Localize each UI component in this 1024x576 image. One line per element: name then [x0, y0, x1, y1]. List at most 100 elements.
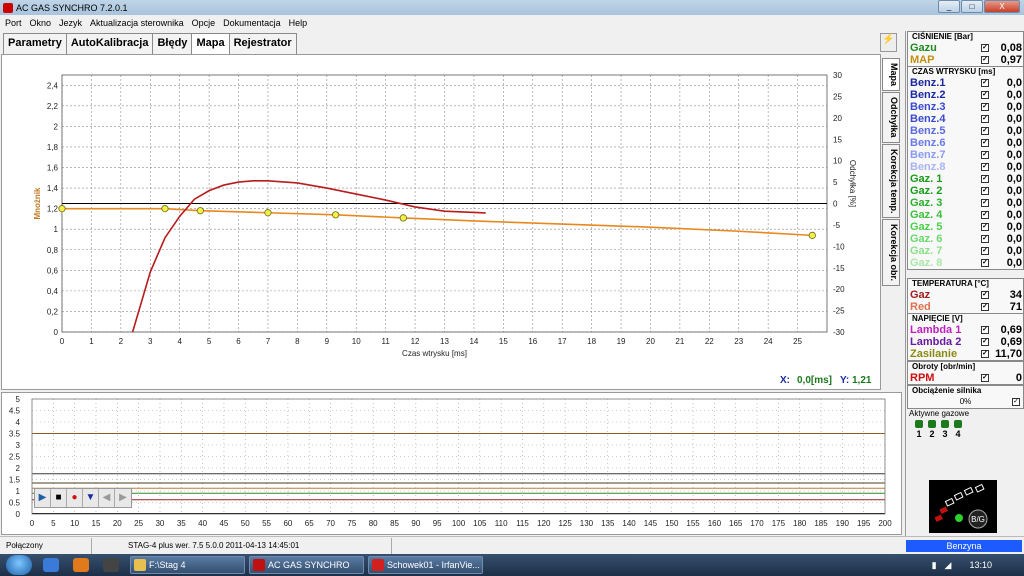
sensor-checkbox[interactable]: ✓: [981, 199, 989, 207]
download-button[interactable]: ▼: [83, 489, 99, 507]
sensor-checkbox[interactable]: ✓: [981, 151, 989, 159]
sensor-checkbox[interactable]: ✓: [981, 338, 989, 346]
tab-korekcja-temp[interactable]: Korekcja temp.: [882, 143, 900, 219]
x-tick-label: 100: [452, 519, 466, 528]
sensor-row: Zasilanie ✓ 11,70: [908, 348, 1023, 360]
sensor-checkbox[interactable]: ✓: [981, 91, 989, 99]
sensor-checkbox[interactable]: ✓: [981, 103, 989, 111]
record-button[interactable]: ●: [67, 489, 83, 507]
sensor-checkbox[interactable]: ✓: [981, 350, 989, 358]
x-tick-label: 65: [305, 519, 314, 528]
ie-icon[interactable]: [43, 558, 59, 572]
map-point[interactable]: [808, 231, 816, 239]
menu-aktualizacja[interactable]: Aktualizacja sterownika: [90, 18, 184, 28]
map-point[interactable]: [399, 214, 407, 222]
sensor-checkbox[interactable]: ✓: [981, 374, 989, 382]
sensor-label: Gaz: [910, 289, 931, 301]
menu-port[interactable]: Port: [5, 18, 22, 28]
volume-icon[interactable]: ◢: [945, 560, 952, 571]
play-button[interactable]: ▶: [35, 489, 51, 507]
minimize-button[interactable]: _: [938, 0, 960, 13]
menu-opcje[interactable]: Opcje: [192, 18, 216, 28]
sensor-checkbox[interactable]: ✓: [981, 291, 989, 299]
x-tick-label: 110: [495, 519, 508, 528]
sensor-checkbox[interactable]: ✓: [981, 259, 989, 267]
sensor-row: Gaz. 6 ✓ 0,0: [908, 233, 1023, 245]
sensor-checkbox[interactable]: ✓: [981, 56, 989, 64]
section-title: CIŚNIENIE [Bar]: [912, 32, 973, 41]
tab-parametry[interactable]: Parametry: [3, 33, 67, 54]
sensor-checkbox[interactable]: ✓: [981, 115, 989, 123]
sensor-checkbox[interactable]: ✓: [981, 127, 989, 135]
stop-button[interactable]: ■: [51, 489, 67, 507]
next-button[interactable]: ▶: [115, 489, 131, 507]
sensor-checkbox[interactable]: ✓: [981, 163, 989, 171]
sensor-checkbox[interactable]: ✓: [981, 247, 989, 255]
sensor-value: 0,0: [1006, 77, 1022, 89]
load-checkbox[interactable]: ✓: [1012, 398, 1020, 406]
tab-rejestrator[interactable]: Rejestrator: [228, 33, 297, 54]
sidebar: CIŚNIENIE [Bar] Gazu ✓ 0,08 MAP ✓ 0,97 CZAS WTR…: [905, 31, 1024, 536]
sensor-checkbox[interactable]: ✓: [981, 326, 989, 334]
sensor-row: RPM ✓ 0: [908, 372, 1023, 384]
taskbar: F:\Stag 4 AC GAS SYNCHRO Schowek01 - Irf…: [0, 554, 1024, 576]
recorder-chart[interactable]: 0 5 10 15 20 25 30 35 40 45 50 55 60 65 70 75 80 85 90 95 10…: [2, 393, 901, 534]
prev-button[interactable]: ◀: [99, 489, 115, 507]
task-explorer[interactable]: F:\Stag 4: [130, 556, 245, 574]
y2-tick-label: -25: [833, 307, 845, 316]
y2-tick-label: 0: [833, 200, 838, 209]
menu-okno[interactable]: Okno: [30, 18, 52, 28]
x-tick-label: 21: [675, 337, 684, 346]
menu-dokumentacja[interactable]: Dokumentacja: [223, 18, 281, 28]
sensor-checkbox[interactable]: ✓: [981, 303, 989, 311]
sensor-checkbox[interactable]: ✓: [981, 187, 989, 195]
y-tick-label: 2,2: [47, 102, 59, 111]
y-tick-label: 1.5: [9, 476, 21, 485]
start-button[interactable]: [6, 555, 32, 575]
app-window: AC GAS SYNCHRO 7.2.0.1 _ □ X Port Okno J…: [0, 0, 1024, 576]
x-tick-label: 14: [469, 337, 478, 346]
menu-jezyk[interactable]: Jezyk: [59, 18, 82, 28]
task-irfanview[interactable]: Schowek01 - IrfanVie...: [368, 556, 483, 574]
map-point[interactable]: [58, 205, 66, 213]
sensor-label: MAP: [910, 54, 935, 66]
wand-icon[interactable]: ⚡: [880, 33, 897, 52]
tab-mapa-vertical[interactable]: Mapa: [882, 58, 900, 92]
x-tick-label: 0: [60, 337, 65, 346]
tab-odchylka[interactable]: Odchyłka: [882, 92, 900, 143]
sensor-checkbox[interactable]: ✓: [981, 235, 989, 243]
clock[interactable]: 13:10: [969, 560, 992, 570]
sensor-checkbox[interactable]: ✓: [981, 44, 989, 52]
map-point[interactable]: [161, 205, 169, 213]
sensor-label: Zasilanie: [910, 348, 958, 360]
map-point[interactable]: [196, 207, 204, 215]
network-icon[interactable]: ▮: [932, 560, 937, 571]
sensor-checkbox[interactable]: ✓: [981, 79, 989, 87]
sensor-checkbox[interactable]: ✓: [981, 139, 989, 147]
tab-autokalibracja[interactable]: AutoKalibracja: [65, 33, 154, 54]
map-chart[interactable]: 0 1 2 3 4 5 6 7 8 9 10 11 12 13 14 15 16 17 18 19 20 21 22 23 24…: [2, 55, 880, 389]
sensor-label: Benz.3: [910, 101, 946, 113]
firefox-icon[interactable]: [73, 558, 89, 572]
map-point[interactable]: [332, 211, 340, 219]
map-point[interactable]: [264, 209, 272, 217]
x-tick-label: 170: [750, 519, 764, 528]
y-tick-label: 0: [16, 510, 21, 519]
y-axis-label: Mnożnik: [33, 187, 42, 220]
media-icon[interactable]: [103, 558, 119, 572]
sensor-checkbox[interactable]: ✓: [981, 211, 989, 219]
sensor-checkbox[interactable]: ✓: [981, 175, 989, 183]
tab-korekcja-obr[interactable]: Korekcja obr.: [882, 219, 900, 287]
tab-bledy[interactable]: Błędy: [152, 33, 193, 54]
sensor-checkbox[interactable]: ✓: [981, 223, 989, 231]
sensor-row: Gaz. 5 ✓ 0,0: [908, 221, 1023, 233]
tab-mapa[interactable]: Mapa: [191, 33, 230, 55]
task-acgas[interactable]: AC GAS SYNCHRO: [249, 556, 364, 574]
sensor-label: Gaz. 4: [910, 209, 943, 221]
close-button[interactable]: X: [984, 0, 1020, 13]
sensor-value: 0,0: [1006, 197, 1022, 209]
y-tick-label: 1,6: [47, 164, 59, 173]
fuel-switch-badge[interactable]: B/G: [971, 515, 985, 524]
menu-help[interactable]: Help: [289, 18, 308, 28]
maximize-button[interactable]: □: [961, 0, 983, 13]
